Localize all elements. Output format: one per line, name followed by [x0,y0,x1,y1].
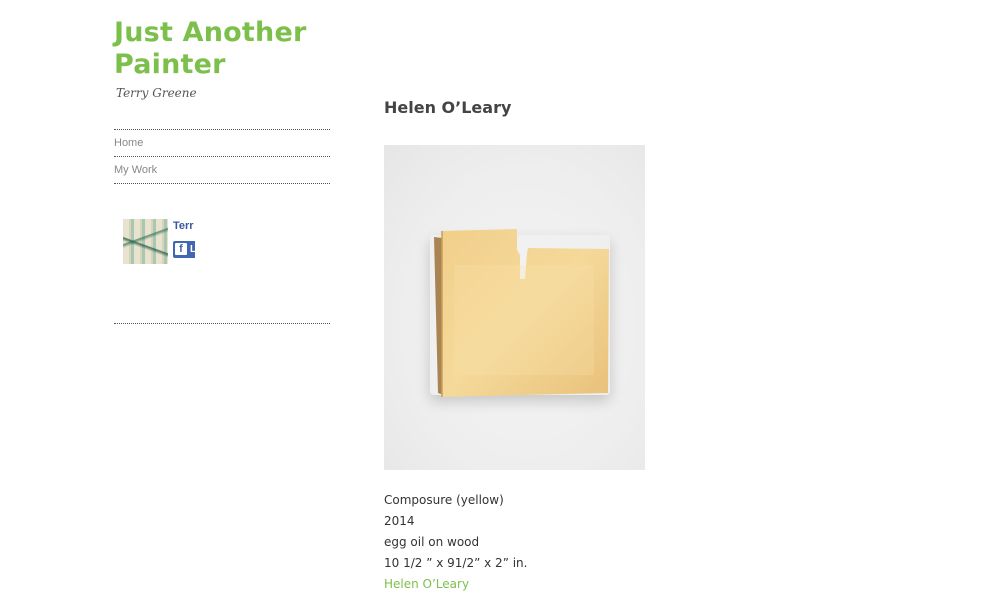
artwork-caption: Composure (yellow) 2014 egg oil on wood … [384,490,527,595]
facebook-like-label: L [190,244,195,255]
site-description: Terry Greene [116,86,197,100]
artwork-title: Composure (yellow) [384,493,504,507]
sidebar-divider [114,323,330,324]
artwork-dimensions: 10 1/2 ” x 91/2” x 2” in. [384,556,528,570]
post-title: Helen O’Leary [384,98,512,117]
facebook-page-widget: Terr f L [123,219,195,265]
facebook-icon: f [175,243,187,255]
nav-divider [114,183,330,184]
artwork-medium: egg oil on wood [384,535,480,549]
facebook-page-name[interactable]: Terr [173,220,194,232]
artist-link[interactable]: Helen O’Leary [384,577,469,591]
facebook-page-thumbnail[interactable] [123,219,168,264]
site-title[interactable]: Just Another Painter [114,17,334,81]
main-navigation: Home My Work [114,129,330,184]
artwork-image[interactable] [384,145,645,470]
nav-item-my-work[interactable]: My Work [114,157,330,183]
facebook-like-button[interactable]: f L [173,241,195,258]
artwork-painting [434,229,609,397]
artwork-year: 2014 [384,514,415,528]
nav-item-home[interactable]: Home [114,130,330,156]
